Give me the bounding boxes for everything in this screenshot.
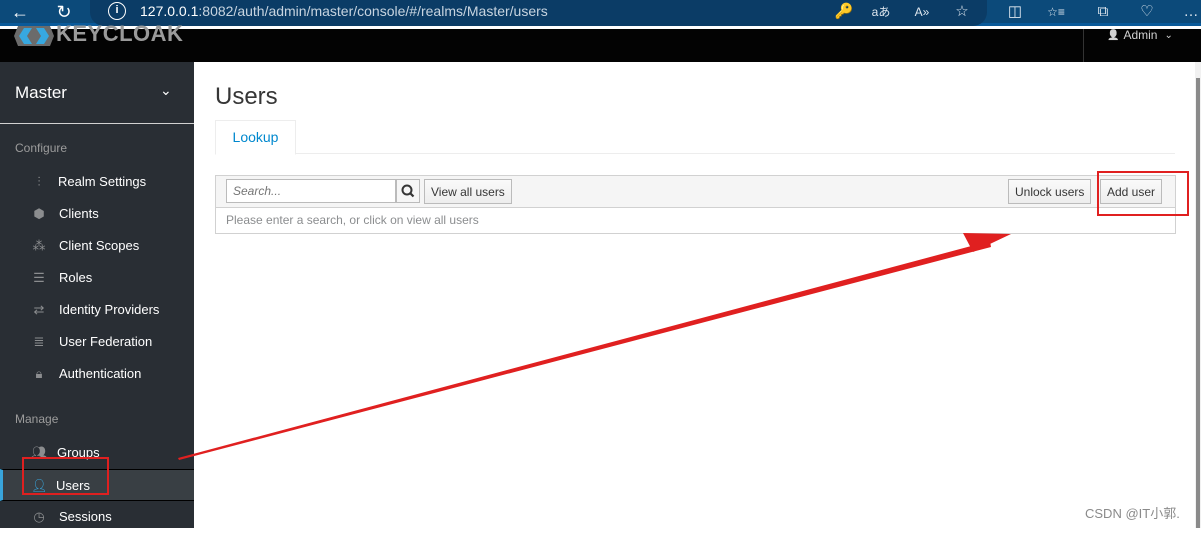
empty-search-hint: Please enter a search, or click on view …	[226, 213, 479, 227]
url-text[interactable]: 127.0.0.1:8082/auth/admin/master/console…	[140, 3, 548, 19]
back-icon[interactable]: ←	[8, 1, 32, 25]
sidebar-item-identity-providers[interactable]: ⇄ Identity Providers	[0, 294, 194, 326]
unlock-users-button[interactable]: Unlock users	[1008, 179, 1092, 204]
sidebar-item-label: Authentication	[59, 366, 142, 381]
search-input[interactable]	[226, 179, 396, 203]
scrollbar-thumb[interactable]	[1196, 78, 1200, 528]
favorites-list-icon[interactable]: ☆≡	[1045, 2, 1067, 24]
chevron-down-icon: ⌄	[1164, 29, 1173, 41]
sidebar-item-user-federation[interactable]: ≣ User Federation	[0, 326, 194, 358]
browser-toolbar: ← ↻ i 127.0.0.1:8082/auth/admin/master/c…	[0, 0, 1201, 26]
password-key-icon[interactable]: 🔑	[833, 2, 855, 24]
tab-lookup[interactable]: Lookup	[215, 120, 296, 155]
keycloak-logo-text: KEYCLOAK	[56, 25, 184, 42]
translate-icon[interactable]: aあ	[870, 2, 892, 24]
url-host: 127.0.0.1	[140, 3, 199, 19]
annotation-box-add-user	[1097, 171, 1189, 216]
favorite-star-icon[interactable]: ☆	[951, 2, 973, 24]
sidebar-item-label: Client Scopes	[59, 238, 140, 253]
cubes-icon: ⁂	[32, 238, 46, 253]
sidebar-item-label: Realm Settings	[58, 174, 147, 189]
split-screen-icon[interactable]: ◫	[1004, 2, 1026, 24]
results-row: Please enter a search, or click on view …	[215, 207, 1176, 234]
refresh-icon[interactable]: ↻	[52, 1, 76, 25]
sidebar-item-clients[interactable]: ⬢ Clients	[0, 198, 194, 230]
user-icon: 👤	[1107, 29, 1120, 41]
search-icon	[401, 184, 415, 198]
header-divider	[1083, 29, 1084, 62]
sidebar-item-label: User Federation	[59, 334, 153, 349]
view-all-users-button[interactable]: View all users	[424, 179, 512, 204]
database-icon: ≣	[33, 334, 45, 349]
collections-icon[interactable]: ⧉	[1092, 2, 1114, 24]
sidebar-item-label: Clients	[59, 206, 99, 221]
sidebar-item-roles[interactable]: ☰ Roles	[0, 262, 194, 294]
url-path: :8082/auth/admin/master/console/#/realms…	[198, 3, 548, 19]
manage-section-label: Manage	[15, 412, 59, 426]
sidebar-item-label: Sessions	[59, 509, 112, 524]
page-title: Users	[215, 83, 278, 110]
sidebar-item-authentication[interactable]: 🔒︎ Authentication	[0, 358, 194, 390]
more-menu-icon[interactable]: …	[1180, 2, 1201, 24]
sidebar-item-label: Roles	[59, 270, 93, 285]
cube-icon: ⬢	[33, 206, 45, 221]
annotation-box-users	[22, 457, 109, 495]
exchange-icon: ⇄	[33, 302, 45, 317]
admin-label: Admin	[1123, 28, 1158, 42]
browser-health-icon[interactable]: ♡	[1136, 2, 1158, 24]
chevron-down-icon: ⌄	[160, 82, 172, 98]
server-icon: ☰	[33, 270, 45, 285]
users-toolbar: View all users Unlock users Add user	[215, 175, 1176, 208]
lock-icon: 🔒︎	[35, 366, 43, 381]
sidebar-item-realm-settings[interactable]: ⫶ Realm Settings	[0, 166, 194, 198]
sidebar-item-sessions[interactable]: ◷ Sessions	[0, 501, 194, 533]
watermark: CSDN @IT小郭.	[1085, 506, 1180, 521]
keycloak-logo-icon	[14, 26, 54, 46]
sliders-icon: ⫶	[37, 174, 41, 189]
clock-icon: ◷	[33, 509, 45, 524]
tab-bar: Lookup	[215, 120, 1175, 155]
sidebar-item-client-scopes[interactable]: ⁂ Client Scopes	[0, 230, 194, 262]
admin-user-menu[interactable]: 👤 Admin ⌄	[1107, 28, 1173, 42]
main-content: Users Lookup View all users Unlock users…	[194, 62, 1195, 528]
realm-selector[interactable]: Master ⌄	[0, 62, 194, 124]
configure-section-label: Configure	[15, 141, 68, 155]
sidebar-item-label: Identity Providers	[59, 302, 160, 317]
site-info-icon[interactable]: i	[108, 2, 126, 20]
realm-name: Master	[15, 83, 67, 102]
search-button[interactable]	[396, 179, 420, 203]
read-aloud-icon[interactable]: A»	[911, 2, 933, 24]
